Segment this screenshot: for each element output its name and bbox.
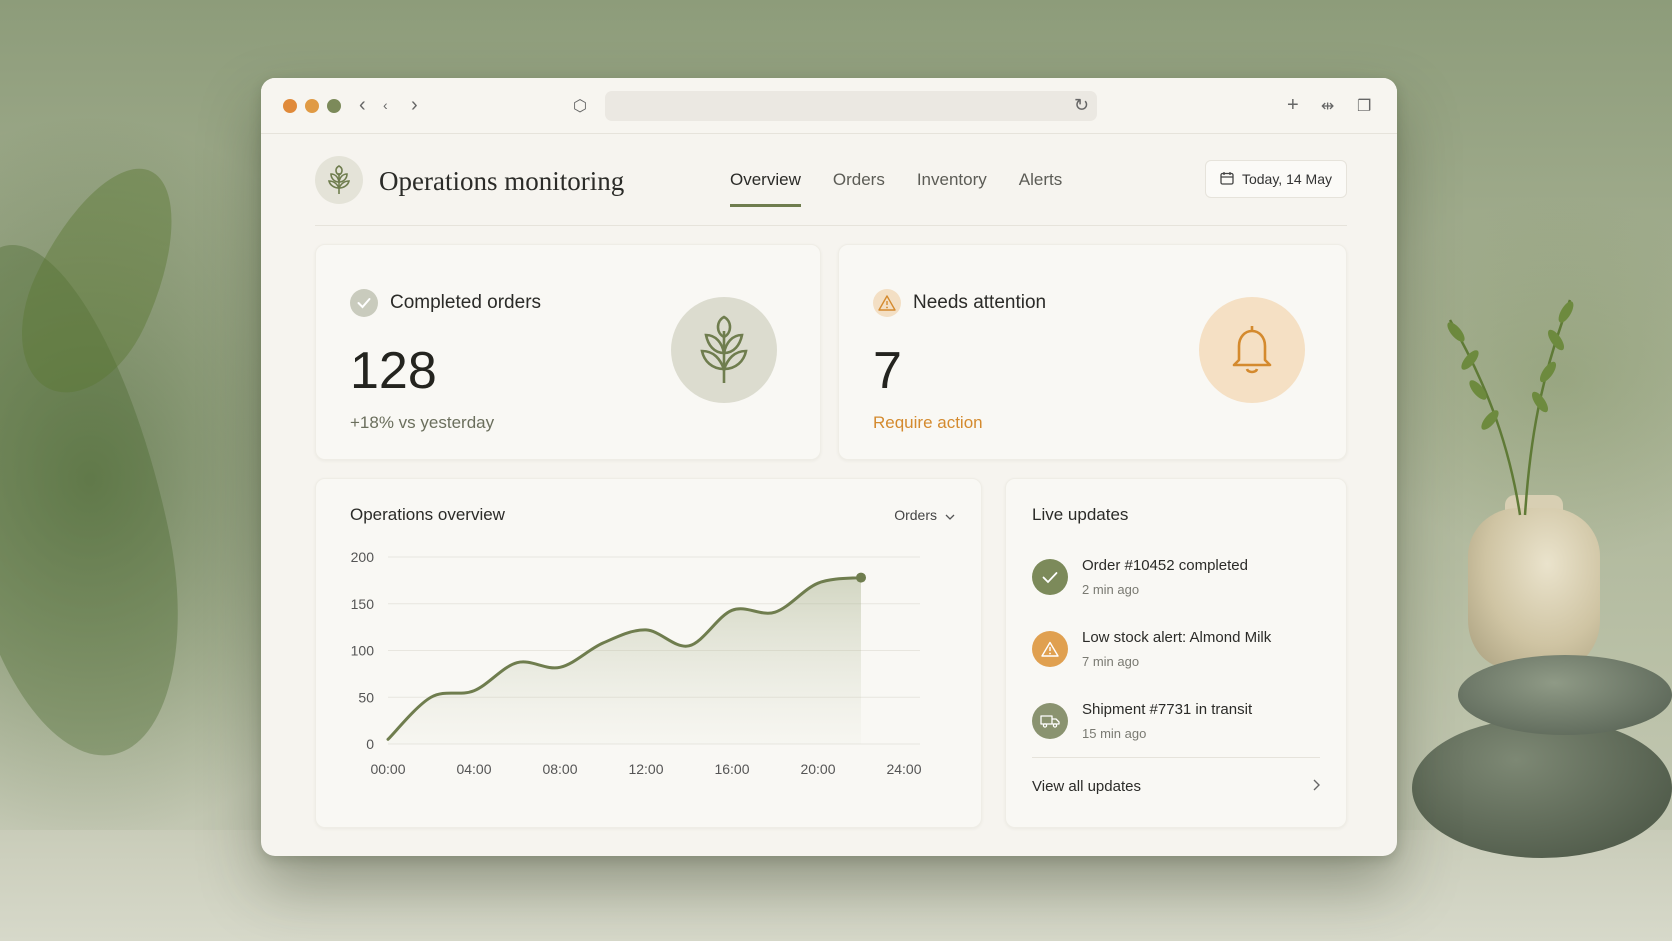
tab-inventory[interactable]: Inventory bbox=[917, 170, 987, 207]
stat-value: 128 bbox=[350, 342, 437, 400]
view-all-label: View all updates bbox=[1032, 778, 1141, 795]
x-tick-label: 08:00 bbox=[542, 761, 577, 777]
date-label: Today, 14 May bbox=[1241, 171, 1332, 187]
x-tick-label: 04:00 bbox=[456, 761, 491, 777]
list-item[interactable]: Low stock alert: Almond Milk 7 min ago bbox=[1032, 627, 1271, 669]
update-title: Shipment #7731 in transit bbox=[1082, 701, 1253, 718]
x-tick-label: 20:00 bbox=[800, 761, 835, 777]
warning-icon bbox=[1032, 631, 1068, 667]
y-tick-label: 200 bbox=[351, 549, 375, 565]
update-title: Order #10452 completed bbox=[1082, 557, 1248, 574]
x-tick-label: 16:00 bbox=[714, 761, 749, 777]
list-item[interactable]: Shipment #7731 in transit 15 min ago bbox=[1032, 699, 1252, 741]
area-chart: 0 50 100 150 200 00:00 04:00 08:00 12:00 16:00 20… bbox=[351, 549, 922, 777]
y-tick-label: 100 bbox=[351, 643, 375, 659]
minimize-window-button[interactable] bbox=[305, 99, 319, 113]
stone bbox=[1458, 655, 1672, 735]
list-item[interactable]: Order #10452 completed 2 min ago bbox=[1032, 555, 1248, 597]
stat-change: +18% vs yesterday bbox=[350, 413, 495, 432]
page-title: Operations monitoring bbox=[379, 166, 625, 196]
reload-icon[interactable]: ↻ bbox=[1074, 95, 1089, 116]
view-all-updates-link[interactable]: View all updates bbox=[1032, 757, 1320, 795]
calendar-icon bbox=[1220, 171, 1234, 188]
stat-action: Require action bbox=[873, 413, 983, 432]
bell-icon bbox=[1199, 297, 1305, 403]
split-view-icon[interactable]: ⇹ bbox=[1321, 96, 1334, 118]
stone bbox=[1412, 718, 1672, 858]
stat-label: Needs attention bbox=[913, 292, 1047, 313]
stat-value: 7 bbox=[873, 342, 902, 400]
tab-orders[interactable]: Orders bbox=[833, 170, 885, 207]
series-endpoint bbox=[856, 572, 866, 583]
live-updates-title: Live updates bbox=[1032, 505, 1129, 524]
x-tick-label: 24:00 bbox=[886, 761, 921, 777]
operations-overview-card: Operations overview Orders 0 50 100 150 200 … bbox=[315, 478, 982, 828]
live-updates-card: Live updates Order #10452 completed 2 mi… bbox=[1005, 478, 1347, 828]
sprout-logo-icon bbox=[315, 156, 363, 204]
y-tick-label: 0 bbox=[366, 736, 374, 752]
chevron-right-icon bbox=[1313, 778, 1320, 795]
browser-toolbar: ‹ ‹ › ⬡ ↻ + ⇹ ❐ bbox=[261, 78, 1397, 134]
main-tabs: Overview Orders Inventory Alerts bbox=[730, 170, 1094, 207]
vase bbox=[1468, 508, 1600, 668]
back-icon[interactable]: ‹ bbox=[383, 94, 388, 116]
update-time: 7 min ago bbox=[1082, 654, 1140, 669]
app-header: Operations monitoring Overview Orders In… bbox=[315, 156, 1347, 226]
update-time: 15 min ago bbox=[1082, 726, 1147, 741]
completed-orders-card: Completed orders 128 +18% vs yesterday bbox=[315, 244, 821, 460]
sprout-icon bbox=[671, 297, 777, 403]
update-title: Low stock alert: Almond Milk bbox=[1082, 629, 1272, 646]
x-tick-label: 12:00 bbox=[628, 761, 663, 777]
maximize-window-button[interactable] bbox=[327, 99, 341, 113]
shield-icon[interactable]: ⬡ bbox=[573, 96, 587, 118]
close-window-button[interactable] bbox=[283, 99, 297, 113]
forward-icon[interactable]: › bbox=[411, 94, 418, 116]
y-tick-label: 150 bbox=[351, 596, 375, 612]
needs-attention-card: Needs attention 7 Require action bbox=[838, 244, 1347, 460]
sidebar-toggle-icon[interactable]: ‹ bbox=[359, 94, 366, 116]
check-icon bbox=[1032, 559, 1068, 595]
x-tick-label: 00:00 bbox=[370, 761, 405, 777]
plant-sprig bbox=[1447, 299, 1574, 516]
new-tab-icon[interactable]: + bbox=[1287, 94, 1299, 116]
y-tick-label: 50 bbox=[358, 689, 374, 705]
warning-icon bbox=[873, 289, 901, 317]
date-picker-button[interactable]: Today, 14 May bbox=[1204, 160, 1347, 198]
update-time: 2 min ago bbox=[1082, 582, 1140, 597]
browser-window: ‹ ‹ › ⬡ ↻ + ⇹ ❐ Operations monitoring Ov… bbox=[261, 78, 1397, 856]
address-bar[interactable]: ↻ bbox=[605, 91, 1097, 121]
tab-alerts[interactable]: Alerts bbox=[1019, 170, 1062, 207]
stat-label: Completed orders bbox=[390, 292, 542, 313]
truck-icon bbox=[1032, 703, 1068, 739]
check-icon bbox=[350, 289, 378, 317]
tabs-overview-icon[interactable]: ❐ bbox=[1357, 96, 1371, 118]
tab-overview[interactable]: Overview bbox=[730, 170, 801, 207]
